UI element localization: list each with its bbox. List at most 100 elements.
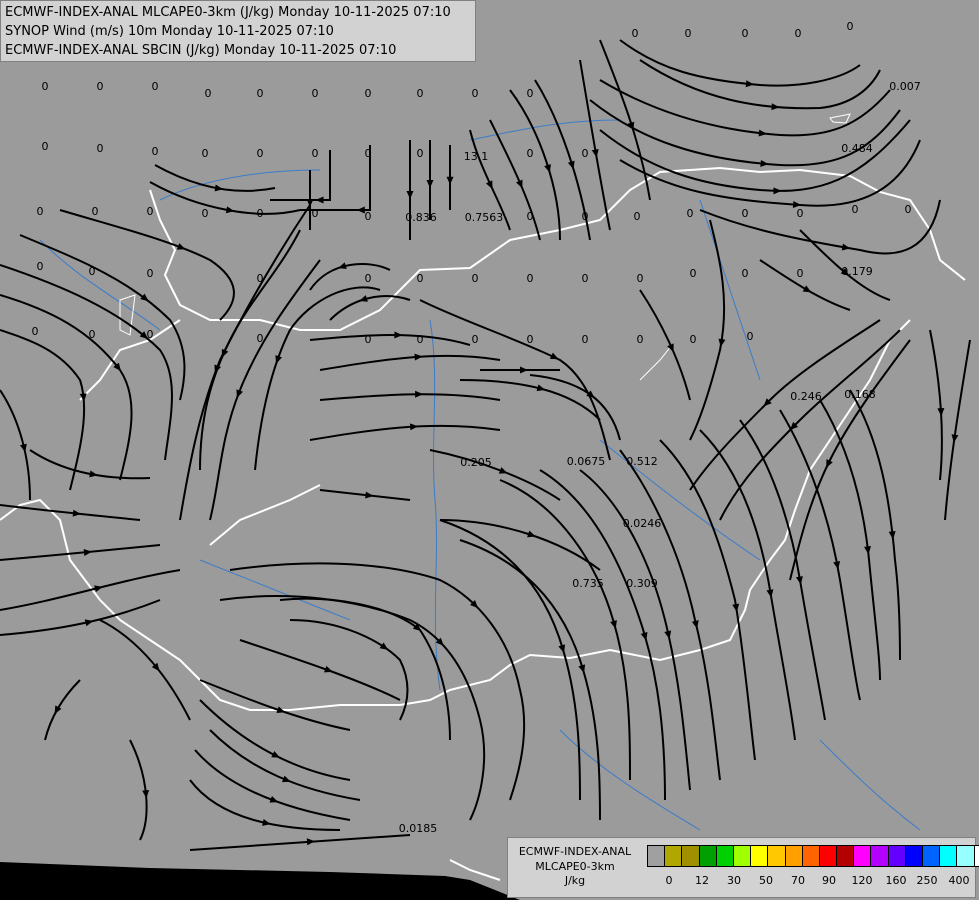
color-legend: ECMWF-INDEX-ANAL MLCAPE0-3km J/kg 0 12 30 5… [507,837,979,898]
point-value-label: 0 [92,205,99,218]
point-value-label: 0 [152,145,159,158]
point-value-label: 0.484 [841,142,873,155]
point-value-label: 0 [582,333,589,346]
legend-swatch [905,846,923,866]
point-value-label: 13.1 [464,150,489,163]
title-mlcape: ECMWF-INDEX-ANAL MLCAPE0-3km (J/kg) Mond… [5,5,451,20]
legend-tick-label: 400 [948,874,970,887]
title-sbcin: ECMWF-INDEX-ANAL SBCIN (J/kg) Monday 10-… [5,43,397,58]
point-value-label: 0 [634,210,641,223]
point-value-label: 0 [797,267,804,280]
legend-swatch [974,846,979,866]
point-value-label: 0.735 [572,577,604,590]
point-value-label: 0.168 [844,388,876,401]
point-value-label: 0 [312,147,319,160]
point-value-label: 0 [472,87,479,100]
point-value-label: 0 [257,147,264,160]
point-value-label: 0 [152,80,159,93]
legend-title-line1: ECMWF-INDEX-ANAL [518,845,632,858]
point-value-label: 0.836 [405,211,437,224]
point-value-label: 0.7563 [465,211,504,224]
point-value-label: 0 [637,272,644,285]
point-value-label: 0 [365,272,372,285]
point-value-label: 0 [582,147,589,160]
legend-swatch [888,846,906,866]
map-title-box: ECMWF-INDEX-ANAL MLCAPE0-3km (J/kg) Mond… [0,0,476,62]
legend-swatch [957,846,975,866]
point-value-label: 0.0185 [399,822,438,835]
point-value-label: 0 [847,20,854,33]
legend-swatch [923,846,941,866]
point-value-label: 0 [417,147,424,160]
legend-swatch [785,846,803,866]
point-value-label: 0 [89,328,96,341]
point-value-label: 0 [527,210,534,223]
point-value-label: 0 [527,147,534,160]
point-value-label: 0 [312,207,319,220]
point-value-label: 0 [742,27,749,40]
legend-tick-label: 250 [916,874,938,887]
point-value-label: 0 [97,80,104,93]
point-value-label: 0 [42,80,49,93]
point-value-label: 0 [365,87,372,100]
legend-swatch [802,846,820,866]
point-value-label: 0.0246 [623,517,662,530]
legend-title-line2: MLCAPE0-3km [535,860,615,873]
point-value-label: 0.0675 [567,455,606,468]
legend-swatches [647,845,979,867]
point-value-label: 0 [795,27,802,40]
point-value-label: 0 [637,333,644,346]
point-value-label: 0 [527,272,534,285]
point-value-label: 0 [582,272,589,285]
point-value-label: 0 [417,272,424,285]
point-value-label: 0 [742,267,749,280]
point-value-label: 0 [257,332,264,345]
point-value-label: 0 [527,87,534,100]
legend-tick-label: 160 [885,874,907,887]
point-value-label: 0.246 [790,390,822,403]
point-value-label: 0 [257,207,264,220]
legend-swatch [768,846,786,866]
point-value-label: 0 [202,147,209,160]
legend-swatch [837,846,855,866]
legend-tick-label: 50 [759,874,773,887]
point-value-label: 0 [365,210,372,223]
point-value-label: 0 [742,207,749,220]
legend-swatch [648,846,666,866]
legend-tick-label: 120 [851,874,873,887]
point-value-label: 0 [257,272,264,285]
legend-swatch [751,846,769,866]
legend-tick-label: 30 [727,874,741,887]
point-value-label: 0 [365,147,372,160]
legend-tick-label: 12 [695,874,709,887]
point-value-label: 0.179 [841,265,873,278]
point-value-label: 0.309 [626,577,658,590]
legend-swatch [716,846,734,866]
weather-map[interactable]: 0 0 0 0 0 0 0 0 0 0 0 0 0 0 0 0 0 0 0 0 0 0 0 0 0 0 0 0 0 0 0 0 0 0 0 0 0 0 0 0… [0,0,979,900]
point-value-label: 0 [147,267,154,280]
legend-tick-label: 70 [791,874,805,887]
point-value-label: 0 [32,325,39,338]
point-value-label: 0 [417,87,424,100]
title-synop-wind: SYNOP Wind (m/s) 10m Monday 10-11-2025 0… [5,24,334,39]
point-value-label: 0.205 [460,456,492,469]
point-value-label: 0 [632,27,639,40]
legend-unit: J/kg [564,874,586,887]
point-value-label: 0 [147,205,154,218]
legend-ticks: 0 12 30 50 70 90 120 160 250 400 [647,874,977,890]
point-value-label: 0 [89,265,96,278]
point-value-label: 0 [257,87,264,100]
legend-title: ECMWF-INDEX-ANAL MLCAPE0-3km [511,844,639,874]
legend-swatch [682,846,700,866]
point-value-label: 0 [147,328,154,341]
legend-swatch [699,846,717,866]
point-value-label: 0 [205,87,212,100]
point-value-label: 0 [797,207,804,220]
point-value-label: 0 [582,210,589,223]
point-value-label: 0 [37,260,44,273]
point-value-label: 0 [685,27,692,40]
point-value-label: 0 [527,333,534,346]
point-value-label: 0 [417,333,424,346]
point-value-label: 0 [852,203,859,216]
point-value-label: 0 [472,333,479,346]
